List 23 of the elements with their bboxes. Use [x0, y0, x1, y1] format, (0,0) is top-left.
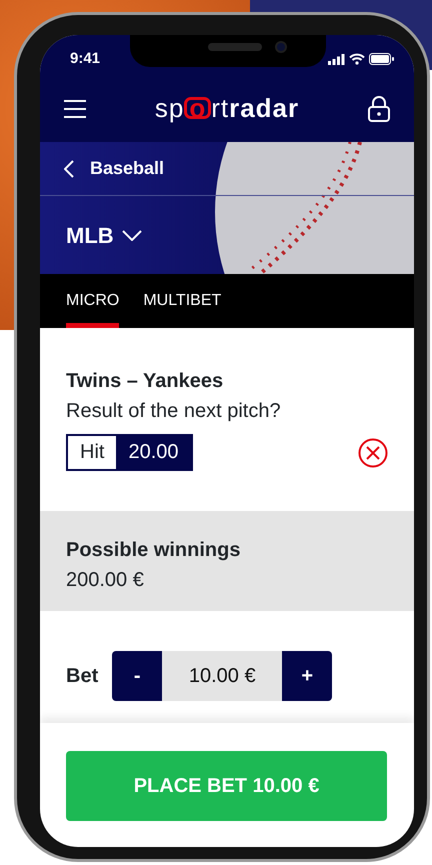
plus-button[interactable]: +: [282, 651, 332, 701]
battery-icon: [369, 53, 394, 65]
signal-icon: [328, 54, 345, 64]
bet-label: Bet: [66, 664, 98, 689]
tab[interactable]: MULTIBET: [143, 274, 222, 328]
league-selector[interactable]: MLB: [66, 218, 114, 252]
status-time: 9:41: [70, 48, 100, 69]
wifi-icon: [349, 53, 365, 65]
menu-icon[interactable]: [64, 100, 86, 118]
back-link[interactable]: Baseball: [90, 155, 164, 182]
bet-amount-field[interactable]: 10.00 €: [162, 651, 282, 701]
minus-button[interactable]: -: [112, 651, 162, 701]
lock-icon[interactable]: [368, 96, 390, 122]
winnings-amount: 200.00 €: [66, 568, 145, 593]
back-chevron-icon[interactable]: [64, 160, 74, 178]
winnings-label: Possible winnings: [66, 538, 242, 563]
remove-icon[interactable]: [358, 438, 388, 468]
question-text: Result of the next pitch?: [66, 399, 282, 424]
tab[interactable]: MICRO: [66, 274, 120, 328]
match-title: Twins – Yankees: [66, 369, 224, 394]
odds-value: 20.00: [116, 436, 191, 469]
pick-label: Hit: [79, 440, 106, 465]
chevron-down-icon[interactable]: [122, 230, 142, 240]
